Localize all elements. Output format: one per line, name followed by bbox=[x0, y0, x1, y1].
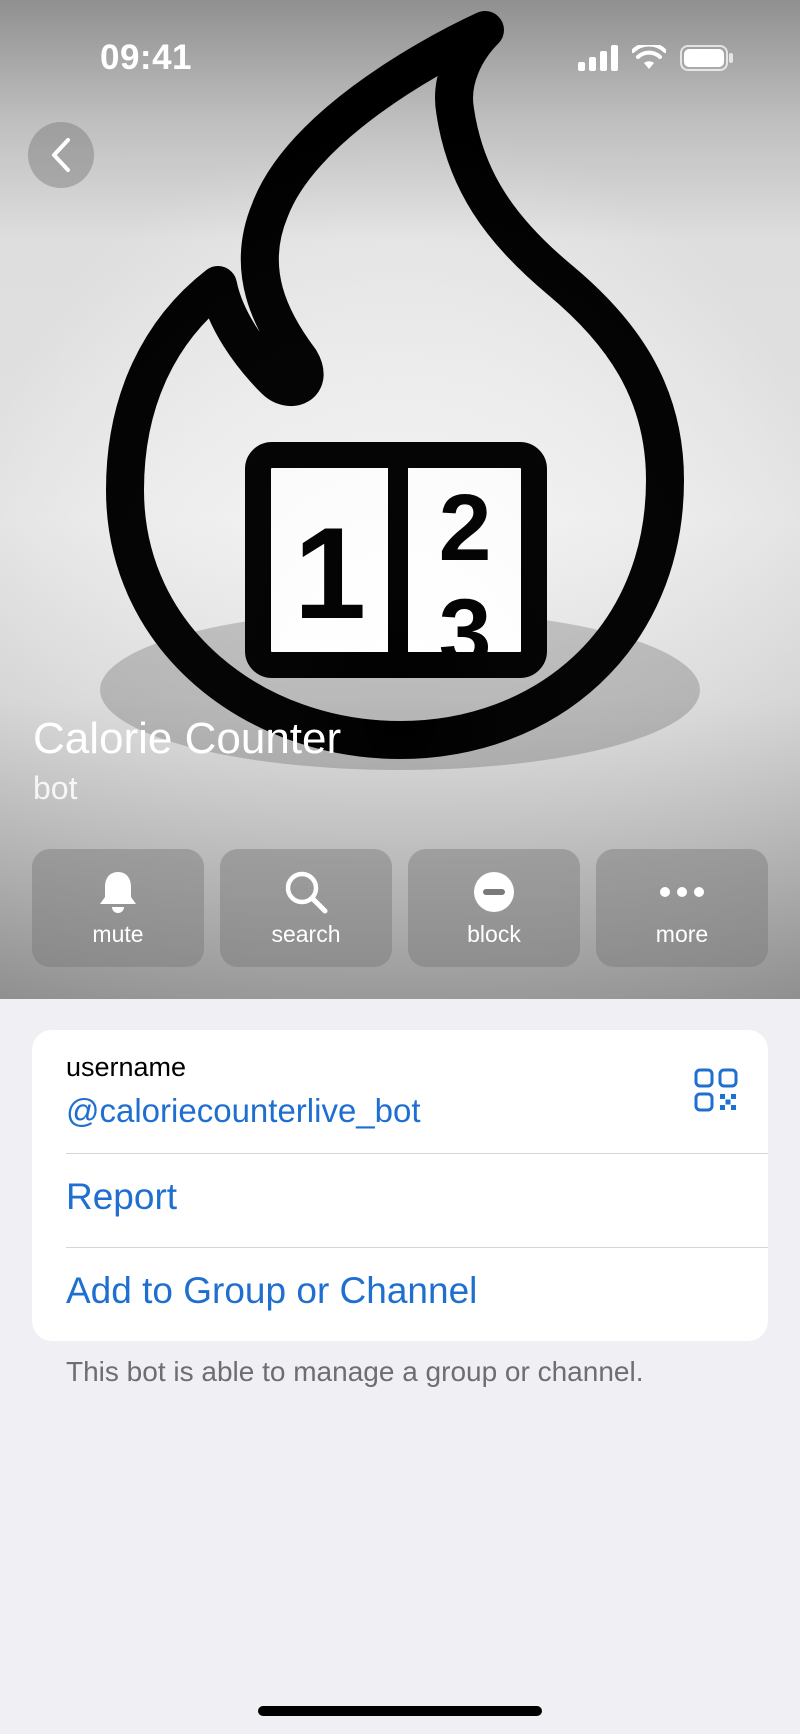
more-button[interactable]: more bbox=[596, 849, 768, 967]
more-label: more bbox=[655, 921, 709, 947]
search-icon bbox=[285, 871, 328, 914]
search-label: search bbox=[271, 921, 341, 947]
more-icon bbox=[660, 887, 704, 897]
profile-subtitle: bot bbox=[33, 770, 78, 806]
bell-icon bbox=[100, 872, 136, 913]
add-to-group-link[interactable]: Add to Group or Channel bbox=[66, 1270, 477, 1312]
home-indicator[interactable] bbox=[258, 1706, 542, 1716]
action-bar: mute search block more bbox=[32, 849, 768, 967]
report-link[interactable]: Report bbox=[66, 1176, 177, 1218]
signal-icon bbox=[578, 45, 618, 71]
wifi-icon bbox=[632, 45, 666, 69]
status-time: 09:41 bbox=[100, 38, 193, 77]
mute-label: mute bbox=[92, 921, 144, 947]
profile-header: 1 2 3 09:41 bbox=[0, 0, 800, 999]
block-label: block bbox=[467, 921, 521, 947]
search-button[interactable]: search bbox=[220, 849, 392, 967]
status-bar: 09:41 bbox=[0, 0, 800, 118]
back-button[interactable] bbox=[28, 122, 94, 188]
username-value[interactable]: @caloriecounterlive_bot bbox=[66, 1092, 421, 1130]
chevron-left-icon bbox=[52, 138, 70, 172]
block-button[interactable]: block bbox=[408, 849, 580, 967]
info-card: username @caloriecounterlive_bot Report … bbox=[32, 1030, 768, 1341]
mute-button[interactable]: mute bbox=[32, 849, 204, 967]
profile-name: Calorie Counter bbox=[33, 714, 342, 763]
block-icon bbox=[474, 872, 514, 912]
bot-capability-note: This bot is able to manage a group or ch… bbox=[66, 1356, 644, 1387]
report-row[interactable]: Report bbox=[32, 1154, 768, 1247]
username-label: username bbox=[66, 1052, 187, 1082]
qr-code-icon[interactable] bbox=[694, 1068, 738, 1112]
battery-icon bbox=[680, 45, 733, 71]
add-to-group-row[interactable]: Add to Group or Channel bbox=[32, 1248, 768, 1341]
username-row[interactable]: username @caloriecounterlive_bot bbox=[32, 1030, 768, 1153]
